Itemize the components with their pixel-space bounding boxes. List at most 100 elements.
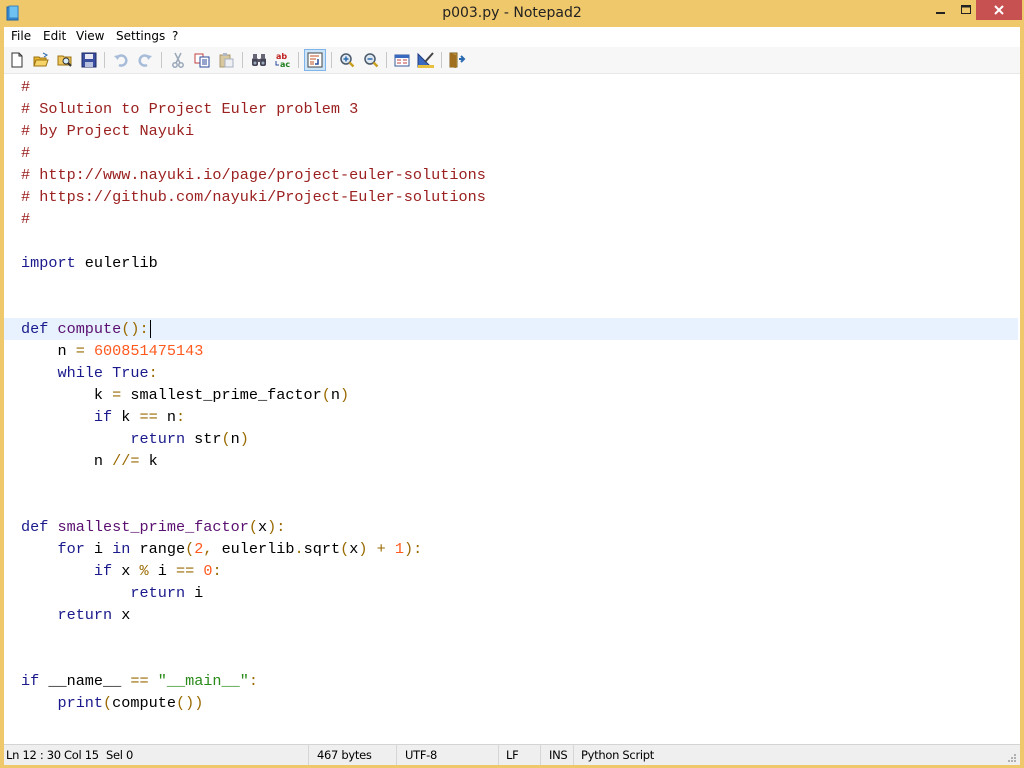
status-scheme[interactable]: Python Script — [581, 748, 654, 762]
code-token: 2 — [194, 540, 204, 558]
menu-settings[interactable]: Settings — [116, 29, 165, 43]
code-token: eulerlib — [212, 540, 295, 558]
code-line[interactable]: k = smallest_prime_factor(n) — [4, 384, 1018, 406]
code-token: in — [112, 540, 131, 558]
customize-button[interactable] — [416, 50, 436, 70]
find-button[interactable] — [249, 50, 269, 70]
word-wrap-button[interactable] — [304, 49, 326, 71]
code-line[interactable]: def smallest_prime_factor(x): — [4, 516, 1018, 538]
new-button[interactable] — [7, 50, 27, 70]
code-line[interactable]: if __name__ == "__main__": — [4, 670, 1018, 692]
code-token: # — [21, 144, 31, 162]
zoom-in-button[interactable] — [337, 50, 357, 70]
redo-button[interactable] — [135, 50, 155, 70]
code-line[interactable] — [4, 296, 1018, 318]
code-token: return — [130, 584, 186, 602]
code-line-text: # — [21, 208, 30, 230]
code-line[interactable]: if k == n: — [4, 406, 1018, 428]
code-line[interactable]: # Solution to Project Euler problem 3 — [4, 98, 1018, 120]
code-token: i — [185, 584, 204, 602]
code-token: if — [93, 562, 113, 580]
code-token: n — [157, 408, 176, 426]
customize-icon — [417, 52, 434, 68]
code-line[interactable] — [4, 230, 1018, 252]
code-line[interactable]: import eulerlib — [4, 252, 1018, 274]
code-token: compute — [112, 694, 176, 712]
menu-view[interactable]: View — [76, 29, 104, 43]
code-line[interactable]: while True: — [4, 362, 1018, 384]
menu-file[interactable]: File — [11, 29, 31, 43]
code-line[interactable]: # https://github.com/nayuki/Project-Eule… — [4, 186, 1018, 208]
code-token: def — [21, 518, 49, 536]
toolbar-separator — [242, 52, 243, 68]
scheme-button[interactable] — [392, 50, 412, 70]
title-bar: p003.py - Notepad2 — [0, 0, 1024, 27]
menu-help[interactable]: ? — [172, 29, 178, 43]
status-line-ending[interactable]: LF — [506, 748, 519, 762]
code-token: compute — [57, 320, 122, 338]
code-line[interactable]: n = 600851475143 — [4, 340, 1018, 362]
exit-button[interactable] — [447, 50, 467, 70]
window-client-area: File Edit View Settings ? ab ac # # Solu… — [4, 27, 1020, 765]
code-line[interactable] — [4, 472, 1018, 494]
code-line-text: # https://github.com/nayuki/Project-Eule… — [21, 186, 486, 208]
code-line-text: for i in range(2, eulerlib.sqrt(x) + 1): — [21, 538, 422, 560]
replace-button[interactable]: ab ac — [273, 50, 293, 70]
status-file-size: 467 bytes — [317, 748, 372, 762]
cut-button[interactable] — [168, 50, 188, 70]
close-button[interactable] — [976, 0, 1022, 20]
status-insert-mode[interactable]: INS — [549, 748, 568, 762]
paste-button[interactable] — [216, 50, 236, 70]
code-line[interactable]: return x — [4, 604, 1018, 626]
code-line-text: # by Project Nayuki — [21, 120, 194, 142]
code-line[interactable]: def compute(): — [4, 318, 1018, 340]
status-encoding[interactable]: UTF-8 — [405, 748, 437, 762]
open-button[interactable] — [31, 50, 51, 70]
code-token: # by Project Nayuki — [21, 122, 195, 140]
zoom-out-button[interactable] — [361, 50, 381, 70]
save-button[interactable] — [79, 50, 99, 70]
browse-button[interactable] — [55, 50, 75, 70]
code-line[interactable]: # by Project Nayuki — [4, 120, 1018, 142]
code-token: x — [112, 562, 140, 580]
code-line[interactable]: return i — [4, 582, 1018, 604]
code-token: if — [21, 672, 40, 690]
zoom-in-icon — [340, 53, 355, 68]
code-line[interactable]: # — [4, 208, 1018, 230]
code-token: print — [57, 694, 104, 712]
code-token: ( — [248, 518, 258, 536]
cut-icon — [172, 52, 184, 68]
code-editor[interactable]: # # Solution to Project Euler problem 3 # … — [4, 74, 1020, 744]
copy-button[interactable] — [192, 50, 212, 70]
undo-button[interactable] — [111, 50, 131, 70]
code-line[interactable]: print(compute()) — [4, 692, 1018, 714]
code-line[interactable]: return str(n) — [4, 428, 1018, 450]
code-line[interactable]: # http://www.nayuki.io/page/project-eule… — [4, 164, 1018, 186]
menu-edit[interactable]: Edit — [43, 29, 66, 43]
svg-text:ac: ac — [280, 60, 290, 69]
code-line[interactable] — [4, 626, 1018, 648]
code-token: ): — [267, 518, 286, 536]
code-token: % — [139, 562, 149, 580]
code-line[interactable]: # — [4, 76, 1018, 98]
status-divider — [308, 745, 309, 765]
code-line[interactable] — [4, 648, 1018, 670]
code-line[interactable]: if x % i == 0: — [4, 560, 1018, 582]
zoom-out-icon — [364, 53, 379, 68]
code-line-text: # — [21, 142, 30, 164]
toolbar-separator — [331, 52, 332, 68]
code-token: + — [376, 540, 386, 558]
code-line[interactable] — [4, 274, 1018, 296]
code-line[interactable] — [4, 494, 1018, 516]
code-token: k — [112, 408, 140, 426]
resize-grip-icon[interactable] — [1007, 753, 1017, 763]
status-bar: Ln 12 : 30 Col 15 Sel 0 467 bytes UTF-8 … — [4, 744, 1020, 765]
code-token: import — [21, 254, 76, 272]
code-line[interactable]: n //= k — [4, 450, 1018, 472]
code-line[interactable]: # — [4, 142, 1018, 164]
code-line[interactable]: for i in range(2, eulerlib.sqrt(x) + 1): — [4, 538, 1018, 560]
